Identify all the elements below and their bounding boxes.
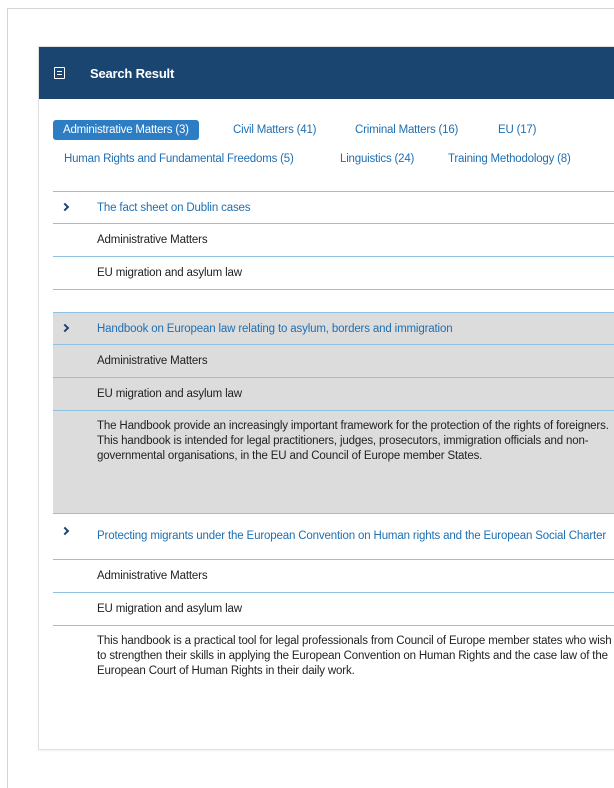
chevron-right-icon <box>60 526 70 536</box>
tab-criminal-matters[interactable]: Criminal Matters (16) <box>355 124 458 136</box>
result-title-row[interactable]: Handbook on European law relating to asy… <box>53 312 614 345</box>
result-description: The Handbook provide an increasingly imp… <box>53 411 614 514</box>
document-list-icon <box>54 67 65 79</box>
result-category: Administrative Matters <box>53 224 614 257</box>
tab-training-methodology[interactable]: Training Methodology (8) <box>448 153 571 165</box>
result-title[interactable]: Protecting migrants under the European C… <box>97 529 606 544</box>
result-title-row[interactable]: Protecting migrants under the European C… <box>53 514 614 560</box>
result-subcategory: EU migration and asylum law <box>53 593 614 626</box>
chevron-right-icon <box>60 202 70 211</box>
results-list: The fact sheet on Dublin cases Administr… <box>53 191 614 696</box>
panel-title: Search Result <box>90 65 175 81</box>
result-subcategory: EU migration and asylum law <box>53 257 614 290</box>
search-result-panel: Search Result Administrative Matters (3)… <box>38 46 614 750</box>
tab-linguistics[interactable]: Linguistics (24) <box>340 153 414 165</box>
result-category: Administrative Matters <box>53 345 614 378</box>
result-title[interactable]: The fact sheet on Dublin cases <box>97 202 251 214</box>
panel-header: Search Result <box>39 47 614 99</box>
result-spacer <box>53 290 614 312</box>
result-category: Administrative Matters <box>53 560 614 593</box>
chevron-right-icon <box>60 323 70 332</box>
tab-civil-matters[interactable]: Civil Matters (41) <box>233 124 317 136</box>
tab-human-rights[interactable]: Human Rights and Fundamental Freedoms (5… <box>64 153 294 165</box>
result-title[interactable]: Handbook on European law relating to asy… <box>97 323 453 335</box>
tab-administrative-matters[interactable]: Administrative Matters (3) <box>53 120 199 140</box>
result-subcategory: EU migration and asylum law <box>53 378 614 411</box>
result-description: This handbook is a practical tool for le… <box>97 635 612 677</box>
result-title-row[interactable]: The fact sheet on Dublin cases <box>53 191 614 224</box>
tab-eu[interactable]: EU (17) <box>498 124 536 136</box>
